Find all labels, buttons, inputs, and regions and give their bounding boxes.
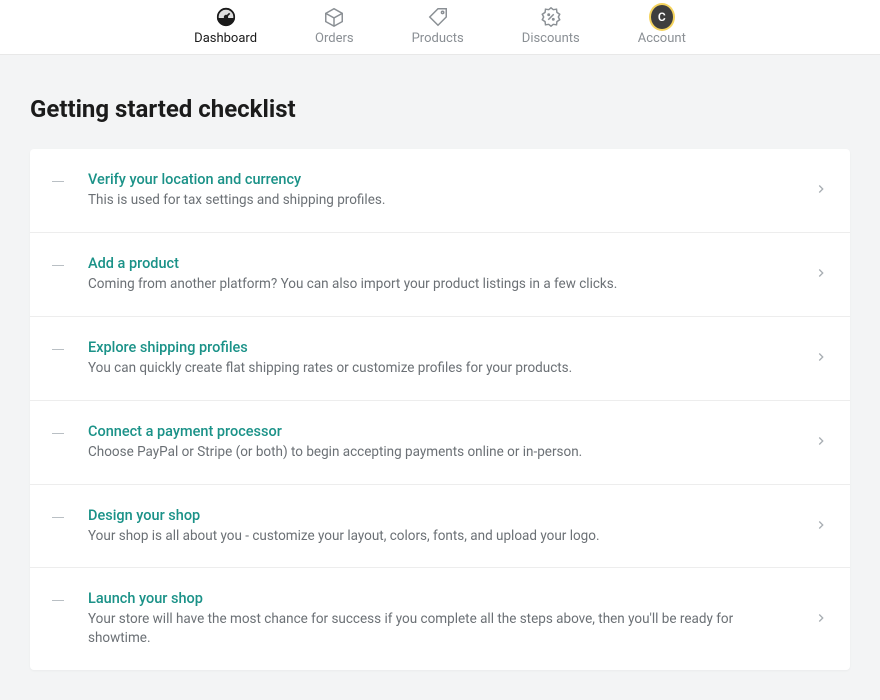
- nav-products[interactable]: Products: [412, 6, 464, 46]
- checklist-desc: Coming from another platform? You can al…: [88, 275, 790, 294]
- page-content: Getting started checklist Verify your lo…: [0, 55, 880, 700]
- nav-discounts[interactable]: Discounts: [522, 6, 580, 46]
- checklist-title: Add a product: [88, 255, 790, 272]
- status-incomplete-icon: [52, 265, 64, 266]
- avatar-icon: C: [651, 6, 673, 28]
- nav-label: Products: [412, 31, 464, 46]
- checklist-desc: Your shop is all about you - customize y…: [88, 527, 790, 546]
- gauge-icon: [215, 6, 237, 28]
- chevron-right-icon: [814, 610, 828, 629]
- checklist-item-verify-location[interactable]: Verify your location and currency This i…: [30, 149, 850, 233]
- nav-dashboard[interactable]: Dashboard: [194, 6, 257, 46]
- checklist-desc: Choose PayPal or Stripe (or both) to beg…: [88, 443, 790, 462]
- status-incomplete-icon: [52, 181, 64, 182]
- checklist-item-design-shop[interactable]: Design your shop Your shop is all about …: [30, 485, 850, 569]
- checklist-item-payment-processor[interactable]: Connect a payment processor Choose PayPa…: [30, 401, 850, 485]
- checklist-desc: Your store will have the most chance for…: [88, 610, 790, 648]
- checklist-body: Verify your location and currency This i…: [88, 171, 790, 210]
- avatar: C: [651, 5, 673, 29]
- checklist-title: Explore shipping profiles: [88, 339, 790, 356]
- checklist-card: Verify your location and currency This i…: [30, 149, 850, 670]
- chevron-right-icon: [814, 265, 828, 284]
- nav-orders[interactable]: Orders: [315, 6, 354, 46]
- checklist-item-add-product[interactable]: Add a product Coming from another platfo…: [30, 233, 850, 317]
- box-icon: [323, 6, 345, 28]
- tag-icon: [427, 6, 449, 28]
- status-incomplete-icon: [52, 349, 64, 350]
- checklist-body: Launch your shop Your store will have th…: [88, 590, 790, 648]
- status-incomplete-icon: [52, 600, 64, 601]
- checklist-desc: You can quickly create flat shipping rat…: [88, 359, 790, 378]
- page-title: Getting started checklist: [30, 95, 850, 123]
- checklist-item-launch-shop[interactable]: Launch your shop Your store will have th…: [30, 568, 850, 670]
- checklist-title: Verify your location and currency: [88, 171, 790, 188]
- chevron-right-icon: [814, 433, 828, 452]
- checklist-body: Design your shop Your shop is all about …: [88, 507, 790, 546]
- percent-badge-icon: [540, 6, 562, 28]
- checklist-body: Connect a payment processor Choose PayPa…: [88, 423, 790, 462]
- checklist-body: Add a product Coming from another platfo…: [88, 255, 790, 294]
- nav-account[interactable]: C Account: [638, 6, 686, 46]
- checklist-desc: This is used for tax settings and shippi…: [88, 191, 790, 210]
- checklist-title: Design your shop: [88, 507, 790, 524]
- checklist-body: Explore shipping profiles You can quickl…: [88, 339, 790, 378]
- nav-label: Orders: [315, 31, 354, 46]
- checklist-title: Connect a payment processor: [88, 423, 790, 440]
- checklist-item-shipping-profiles[interactable]: Explore shipping profiles You can quickl…: [30, 317, 850, 401]
- chevron-right-icon: [814, 517, 828, 536]
- status-incomplete-icon: [52, 517, 64, 518]
- chevron-right-icon: [814, 349, 828, 368]
- status-incomplete-icon: [52, 433, 64, 434]
- nav-label: Dashboard: [194, 31, 257, 46]
- chevron-right-icon: [814, 181, 828, 200]
- top-nav: Dashboard Orders Products: [0, 0, 880, 55]
- checklist-title: Launch your shop: [88, 590, 790, 607]
- nav-label: Account: [638, 31, 686, 46]
- nav-label: Discounts: [522, 31, 580, 46]
